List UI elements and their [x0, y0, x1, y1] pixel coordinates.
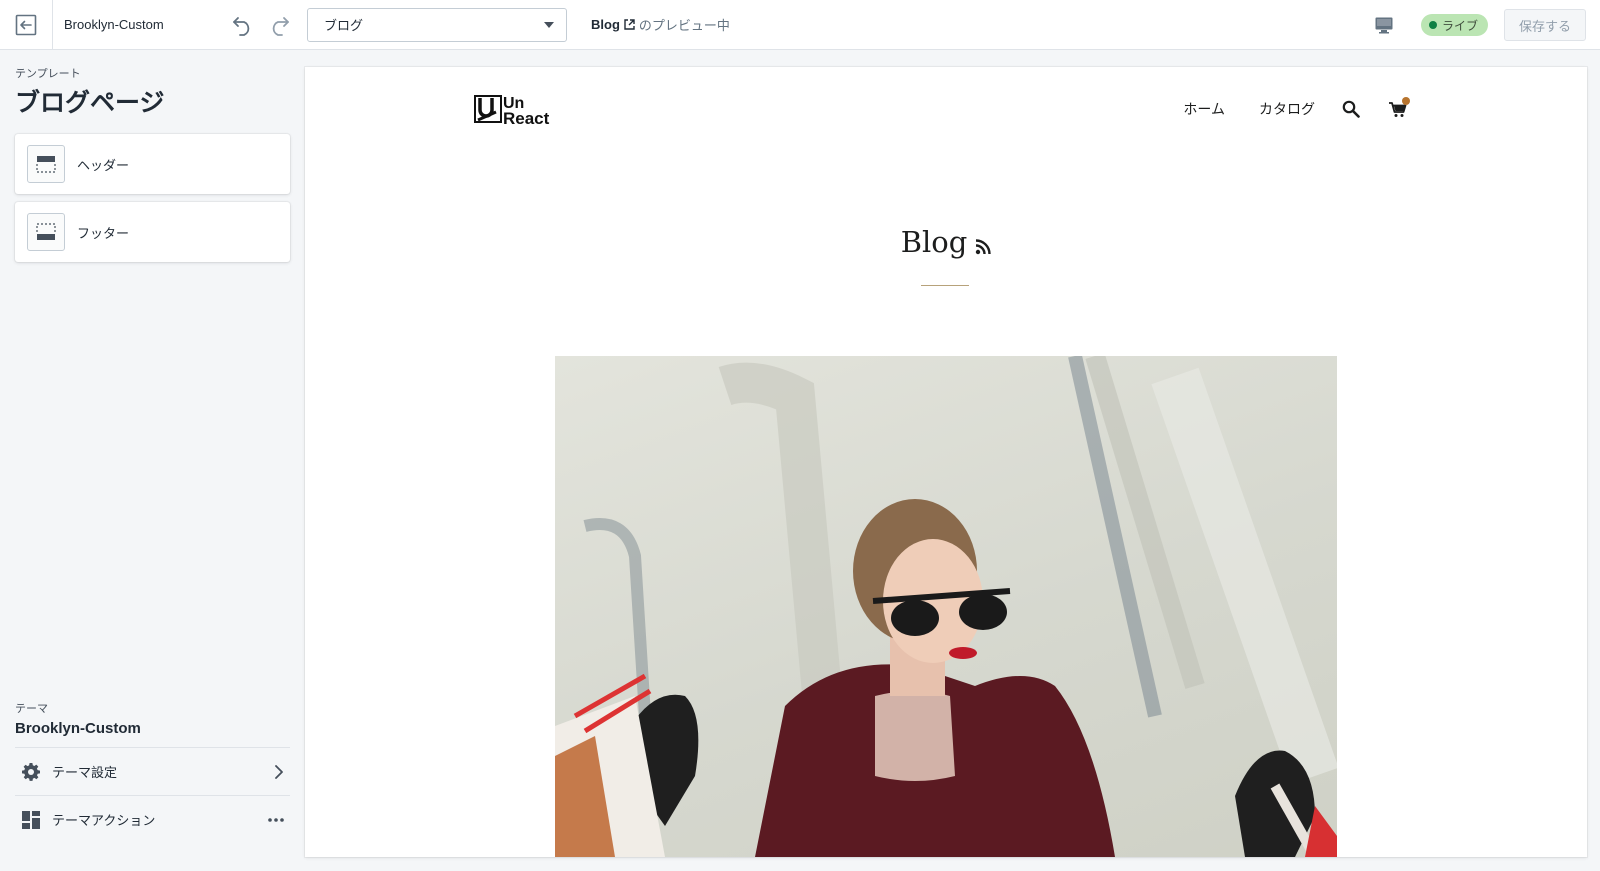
section-header-label: ヘッダー — [77, 158, 130, 174]
store-search-button[interactable] — [1341, 99, 1361, 119]
preview-status: Blog のプレビュー中 — [591, 15, 730, 34]
theme-name: Brooklyn-Custom — [15, 720, 141, 737]
theme-label: テーマ — [15, 702, 48, 715]
theme-actions-label: テーマアクション — [52, 814, 156, 829]
header-layout-icon — [27, 145, 65, 183]
exit-editor-button[interactable] — [0, 0, 53, 50]
template-title: ブログページ — [15, 88, 165, 117]
redo-button[interactable] — [265, 11, 293, 39]
theme-actions-icon — [22, 810, 40, 829]
theme-settings-item[interactable]: テーマ設定 — [15, 747, 290, 795]
live-status-badge: ライブ — [1420, 14, 1488, 36]
exit-icon — [15, 14, 37, 35]
desktop-icon — [1375, 17, 1393, 33]
nav-link-home[interactable]: ホーム — [1183, 99, 1225, 119]
redo-icon — [272, 16, 289, 36]
undo-button[interactable] — [229, 11, 257, 39]
editor-topbar: Brooklyn-Custom ブログ Blog のプレビュー中 ライブ 保存す… — [0, 0, 1600, 50]
more-horizontal-icon[interactable] — [268, 817, 284, 822]
store-cart-button[interactable] — [1387, 97, 1410, 119]
gear-icon — [22, 762, 40, 781]
search-icon — [1342, 100, 1360, 118]
chevron-right-icon — [275, 764, 283, 779]
logo-text-bottom: React — [503, 109, 550, 127]
title-divider — [921, 285, 969, 286]
cart-count-dot — [1402, 97, 1410, 105]
store-nav: ホーム カタログ — [1149, 97, 1410, 119]
blog-hero-image[interactable] — [555, 356, 1337, 857]
blog-title: Blog — [900, 225, 968, 259]
live-status-label: ライブ — [1441, 18, 1478, 33]
live-status-dot — [1428, 21, 1437, 29]
save-button[interactable]: 保存する — [1504, 9, 1586, 41]
blog-heading: Blog — [305, 225, 1587, 259]
footer-layout-icon — [27, 213, 65, 251]
external-link-icon[interactable] — [624, 19, 635, 30]
section-header[interactable]: ヘッダー — [15, 134, 290, 194]
store-logo[interactable]: Un React — [474, 93, 564, 128]
page-select-value: ブログ — [324, 19, 364, 34]
nav-link-catalog[interactable]: カタログ — [1259, 99, 1315, 119]
section-footer[interactable]: フッター — [15, 202, 290, 262]
desktop-preview-button[interactable] — [1369, 10, 1399, 40]
template-label: テンプレート — [15, 67, 81, 80]
storefront-preview: Un React ホーム カタログ Blog — [305, 67, 1587, 857]
page-type-select[interactable]: ブログ — [307, 7, 567, 42]
editor-sidebar: テンプレート ブログページ ヘッダー フッター テーマ Brooklyn-Cus… — [0, 50, 298, 871]
topbar-theme-name: Brooklyn-Custom — [64, 17, 164, 32]
theme-info: テーマ Brooklyn-Custom — [15, 700, 290, 737]
theme-settings-label: テーマ設定 — [52, 766, 118, 781]
preview-page-link[interactable]: Blog — [591, 17, 620, 32]
undo-redo-group — [229, 11, 293, 39]
rss-icon[interactable] — [975, 239, 991, 255]
preview-suffix: のプレビュー中 — [638, 19, 730, 34]
topbar-right-group: ライブ 保存する — [1369, 0, 1586, 50]
theme-actions-item[interactable]: テーマアクション — [15, 795, 290, 843]
section-footer-label: フッター — [77, 226, 130, 242]
caret-down-icon — [544, 21, 554, 28]
undo-icon — [233, 16, 250, 36]
